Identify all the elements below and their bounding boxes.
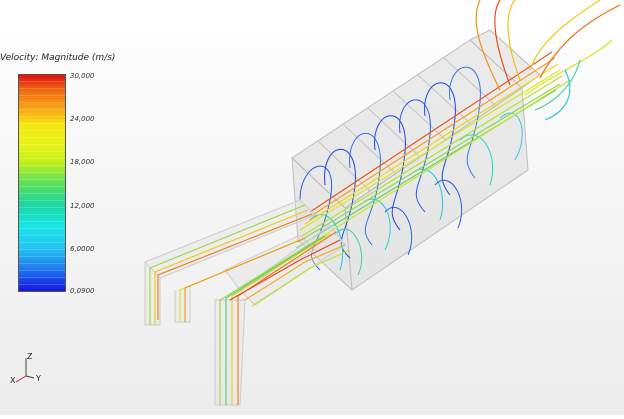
colorbar-tick: 12,000 (70, 202, 95, 210)
legend-title: Velocity: Magnitude (m/s) (0, 53, 116, 63)
colorbar-tick: 6,0000 (70, 245, 95, 253)
simulation-viewport[interactable]: Velocity: Magnitude (m/s) 30,000 24,000 … (0, 0, 624, 415)
axis-triad-icon: Z X Y (10, 352, 50, 388)
axis-label-z: Z (27, 352, 33, 361)
colorbar-tick: 18,000 (70, 158, 95, 166)
colorbar-tick: 30,000 (70, 72, 95, 80)
axis-label-y: Y (36, 374, 41, 383)
velocity-colorbar (18, 74, 66, 292)
colorbar-tick: 0,0900 (70, 287, 95, 295)
axis-label-x: X (10, 376, 16, 385)
colorbar-tick: 24,000 (70, 115, 95, 123)
